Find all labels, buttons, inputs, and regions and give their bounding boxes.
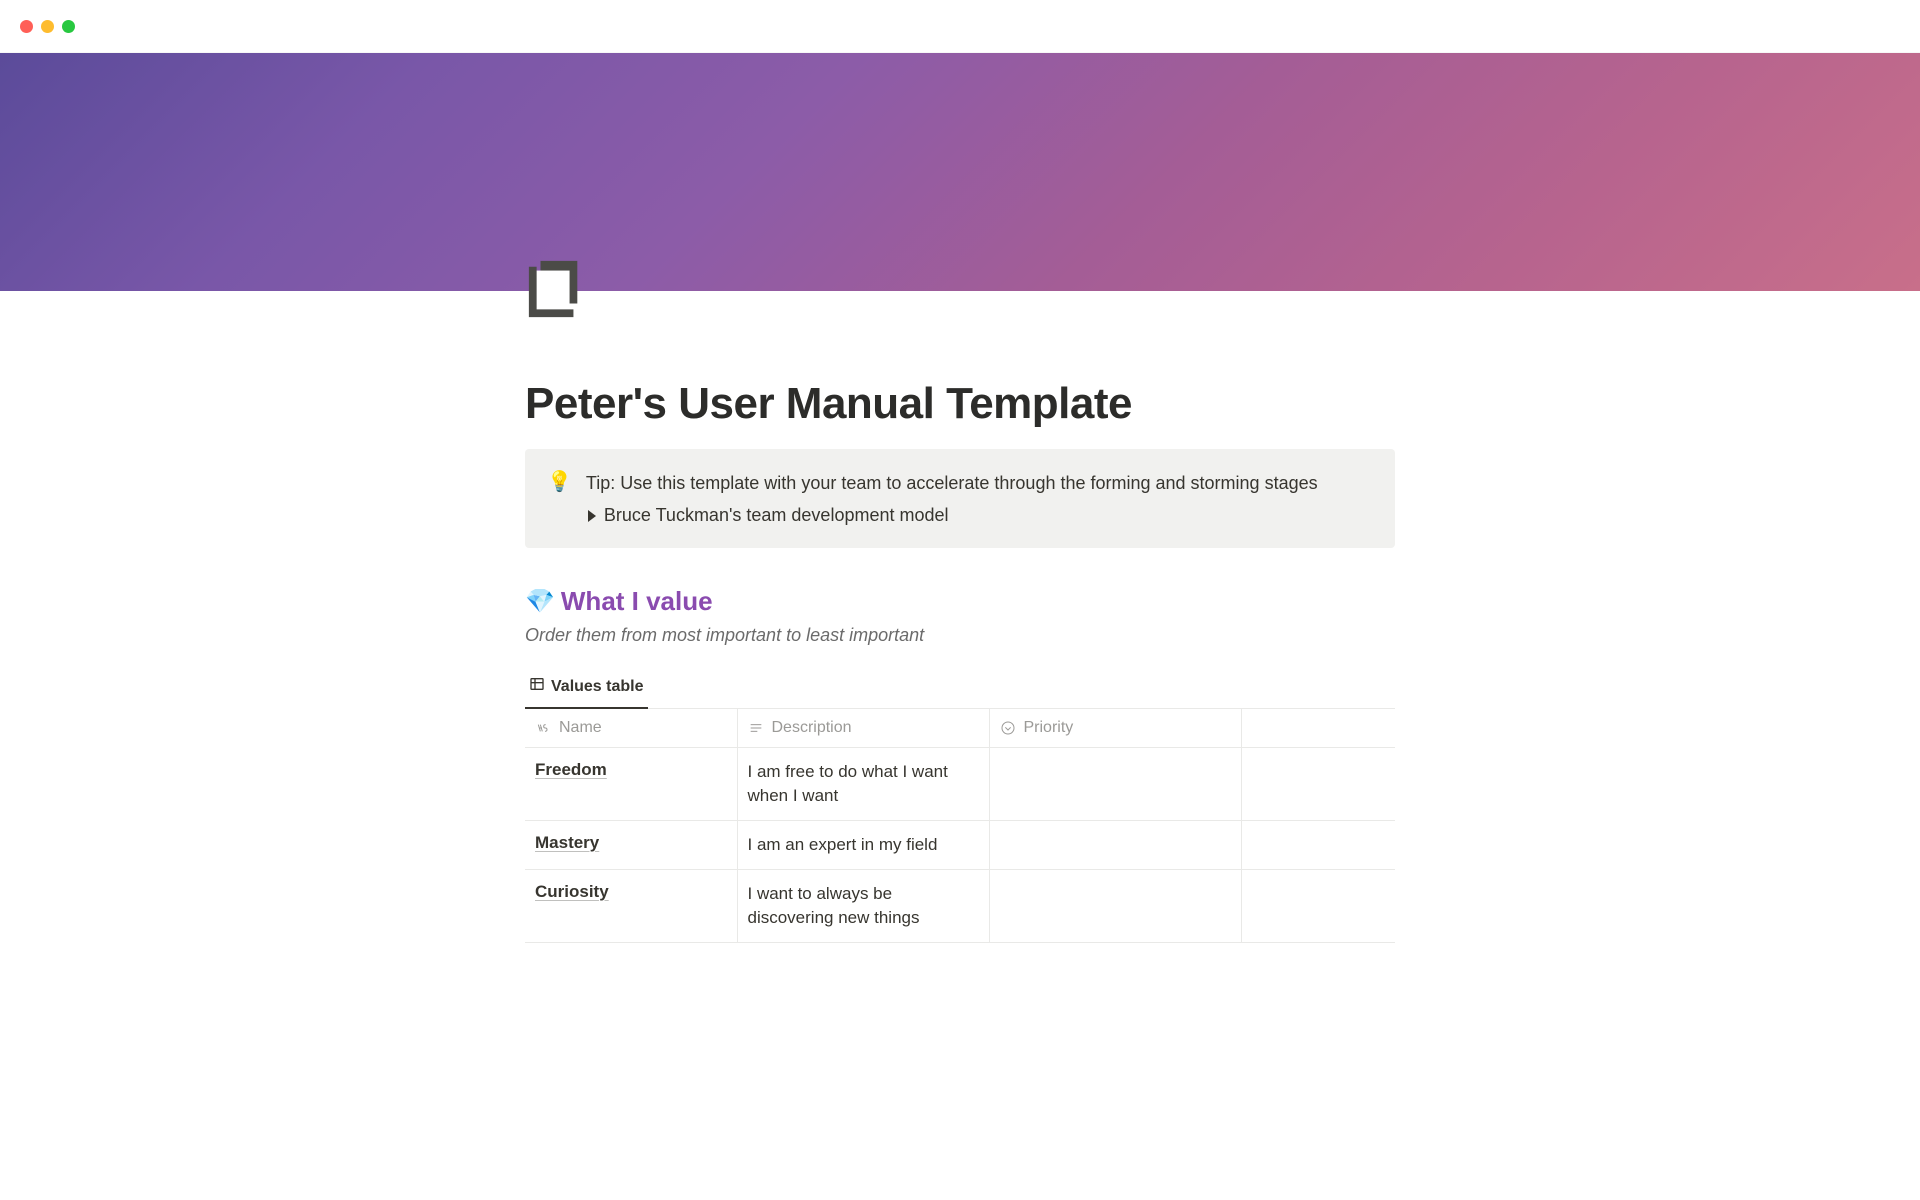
- database-view-tabs: Values table: [525, 668, 1395, 709]
- window-minimize-button[interactable]: [41, 20, 54, 33]
- chevron-right-icon: [588, 510, 596, 522]
- section-heading-values[interactable]: 💎 What I value: [525, 586, 1395, 617]
- values-table: Name Description: [525, 709, 1395, 943]
- window-close-button[interactable]: [20, 20, 33, 33]
- lightbulb-icon: 💡: [547, 469, 572, 526]
- select-property-icon: [1000, 720, 1016, 736]
- view-tab-values-table[interactable]: Values table: [525, 668, 648, 709]
- row-title[interactable]: Freedom: [535, 760, 607, 780]
- toggle-label: Bruce Tuckman's team development model: [604, 505, 949, 526]
- section-subtitle[interactable]: Order them from most important to least …: [525, 625, 1395, 646]
- view-tab-label: Values table: [551, 678, 644, 696]
- window-zoom-button[interactable]: [62, 20, 75, 33]
- row-description[interactable]: I am an expert in my field: [748, 833, 938, 857]
- column-header-name[interactable]: Name: [525, 709, 737, 748]
- row-title[interactable]: Curiosity: [535, 882, 609, 902]
- row-description[interactable]: I want to always be discovering new thin…: [748, 882, 979, 930]
- callout-text[interactable]: Tip: Use this template with your team to…: [586, 469, 1373, 497]
- page-icon[interactable]: [525, 257, 587, 319]
- page-cover[interactable]: [0, 53, 1920, 291]
- table-row: Mastery I am an expert in my field: [525, 821, 1395, 870]
- gem-icon: 💎: [525, 587, 555, 616]
- tip-callout[interactable]: 💡 Tip: Use this template with your team …: [525, 449, 1395, 548]
- column-header-description[interactable]: Description: [737, 709, 989, 748]
- table-icon: [529, 676, 545, 697]
- row-title[interactable]: Mastery: [535, 833, 599, 853]
- window-titlebar: [0, 0, 1920, 53]
- column-header-priority[interactable]: Priority: [989, 709, 1241, 748]
- table-row: Curiosity I want to always be discoverin…: [525, 870, 1395, 943]
- section-heading-text: What I value: [561, 586, 713, 617]
- callout-toggle[interactable]: Bruce Tuckman's team development model: [588, 505, 1373, 526]
- page-title[interactable]: Peter's User Manual Template: [525, 291, 1395, 449]
- table-row: Freedom I am free to do what I want when…: [525, 748, 1395, 821]
- row-description[interactable]: I am free to do what I want when I want: [748, 760, 979, 808]
- title-property-icon: [535, 720, 551, 736]
- text-property-icon: [748, 720, 764, 736]
- column-add[interactable]: [1241, 709, 1395, 748]
